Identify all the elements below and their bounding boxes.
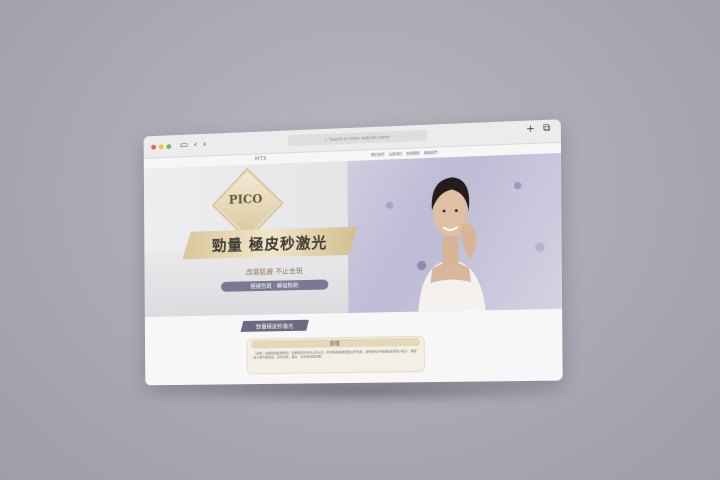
box-text: 『皮秒』是極短的脈衝時間，勁量極皮秒激光以兆分之一秒的脈衝將能量集中於色素，使色…: [253, 348, 417, 360]
pico-badge-text: PICO: [228, 191, 263, 207]
web-page: MTX 關於我們 治療項目 醫師團隊 聯絡我們 PICO 勁量 極皮秒激光 改寫…: [143, 142, 563, 386]
mockup-stage: ▭ ‹ › ⌕ Search or enter website name + ⧉…: [0, 0, 720, 480]
forward-icon[interactable]: ›: [203, 140, 207, 150]
maximize-window-button[interactable]: [166, 143, 172, 149]
menu-item-doctors[interactable]: 醫師團隊: [406, 150, 420, 156]
site-menu: 關於我們 治療項目 醫師團隊 聯絡我們: [371, 150, 438, 158]
back-icon[interactable]: ‹: [194, 140, 198, 150]
search-icon: ⌕: [325, 136, 328, 142]
hero-title: 勁量 極皮秒激光: [211, 233, 328, 255]
menu-item-contact[interactable]: 聯絡我們: [424, 150, 438, 156]
address-bar[interactable]: ⌕ Search or enter website name: [287, 129, 428, 147]
close-window-button[interactable]: [151, 144, 157, 150]
browser-window: ▭ ‹ › ⌕ Search or enter website name + ⧉…: [143, 119, 563, 386]
tabs-overview-icon[interactable]: ⧉: [543, 123, 551, 135]
model-photo: [418, 176, 486, 312]
menu-item-treatments[interactable]: 治療項目: [389, 151, 403, 157]
site-logo[interactable]: MTX: [255, 156, 267, 162]
new-tab-icon[interactable]: +: [526, 123, 535, 135]
menu-item-about[interactable]: 關於我們: [371, 152, 385, 158]
address-placeholder: Search or enter website name: [329, 134, 390, 142]
hero-banner: PICO 勁量 極皮秒激光 改寫肌膚 不止去斑 極褪色斑 · 解痘粉刺: [143, 153, 563, 317]
box-title: 原理: [329, 341, 340, 348]
principle-box: 原理 『皮秒』是極短的脈衝時間，勁量極皮秒激光以兆分之一秒的脈衝將能量集中於色素…: [246, 335, 425, 375]
sidebar-icon[interactable]: ▭: [180, 140, 188, 150]
section-tag: 勁量極皮秒激光: [241, 320, 309, 332]
minimize-window-button[interactable]: [158, 143, 164, 149]
